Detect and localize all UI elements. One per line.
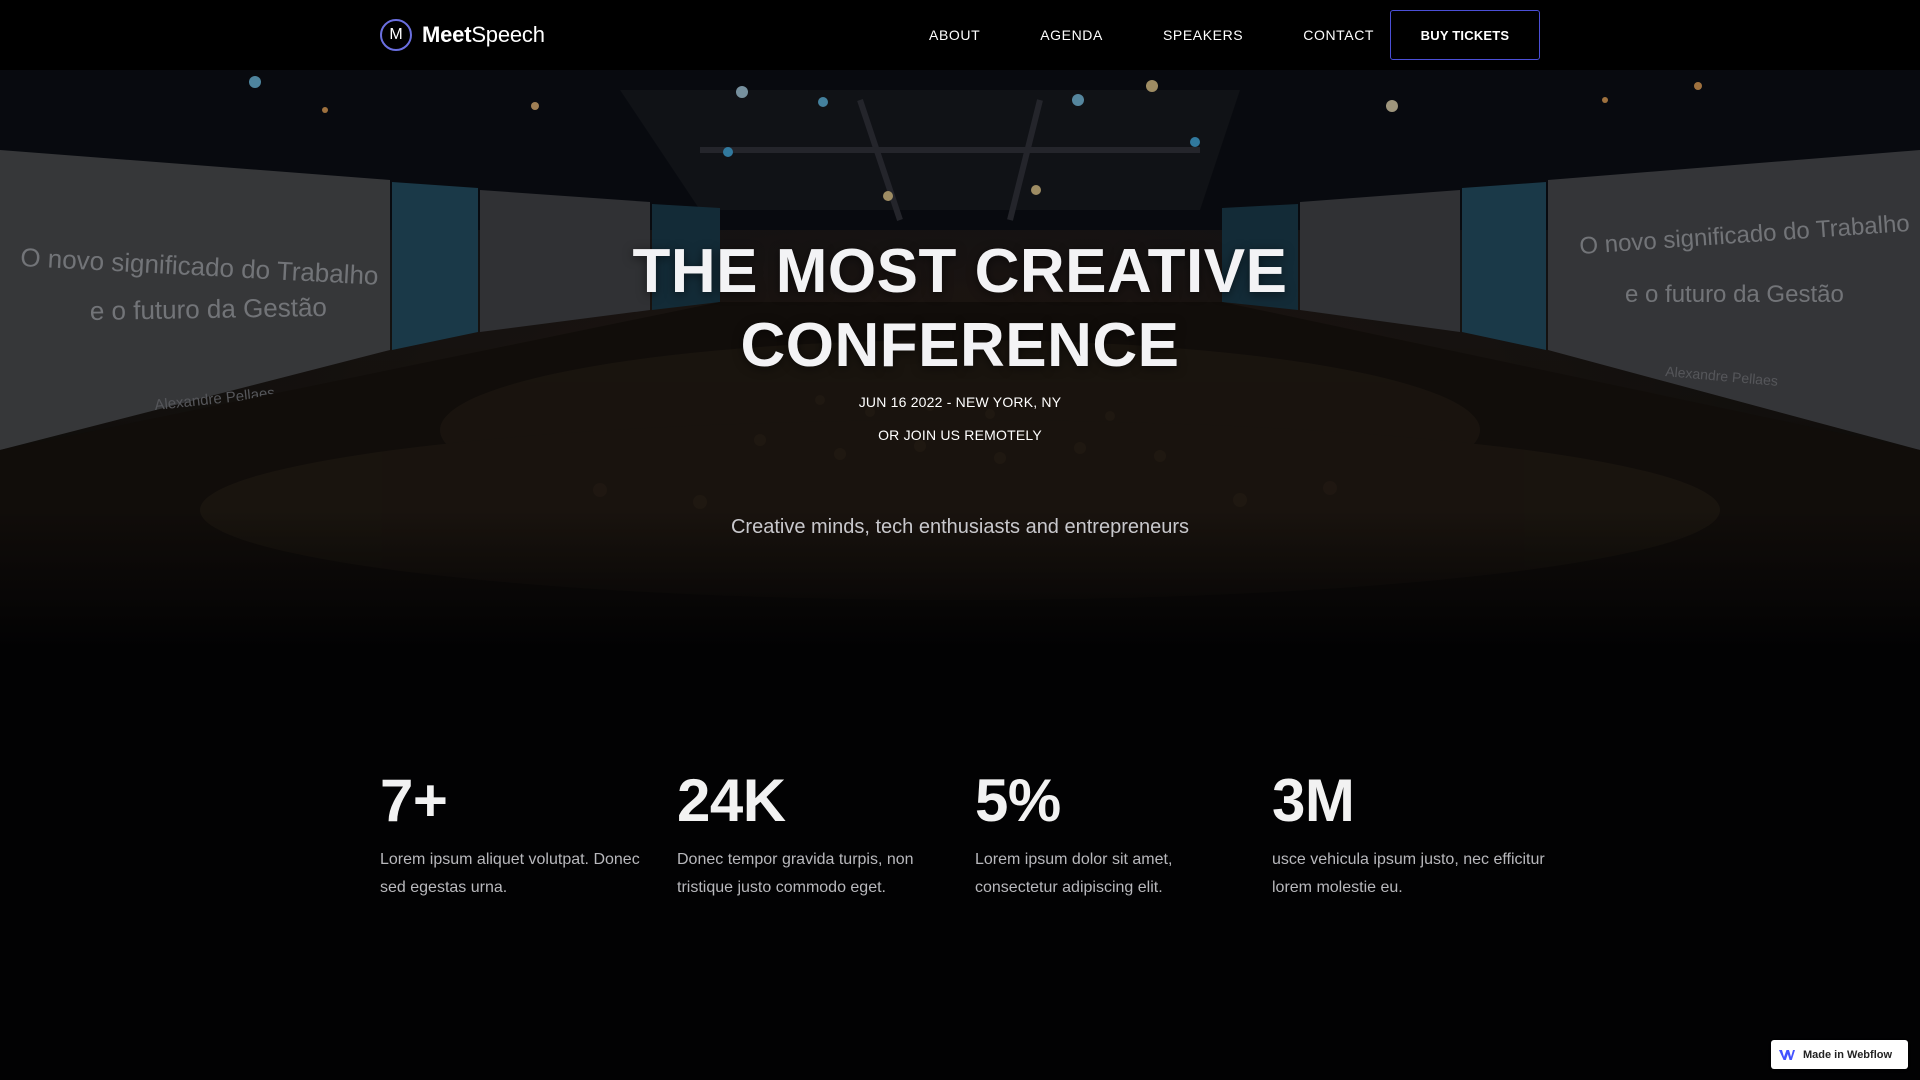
buy-tickets-button[interactable]: BUY TICKETS [1390, 10, 1540, 60]
nav-menu: ABOUT AGENDA SPEAKERS CONTACT [900, 0, 1434, 70]
stat-description: Donec tempor gravida turpis, non tristiq… [677, 851, 914, 896]
brand-name: MeetSpeech [422, 22, 545, 48]
brand-mark-icon: M [380, 19, 412, 51]
hero-date-location: JUN 16 2022 - NEW YORK, NY [858, 394, 1062, 410]
stat-description: Lorem ipsum aliquet volutpat. Donec sed … [380, 851, 640, 896]
nav-link-about[interactable]: ABOUT [929, 27, 980, 43]
nav-link-speakers[interactable]: SPEAKERS [1163, 27, 1243, 43]
stat-item: 7+ Lorem ipsum aliquet volutpat. Donec s… [380, 770, 660, 902]
stat-value: 5% [975, 767, 1061, 834]
navbar: M MeetSpeech ABOUT AGENDA SPEAKERS CONTA… [0, 0, 1920, 70]
stat-item: 24K Donec tempor gravida turpis, non tri… [677, 770, 957, 902]
stat-value: 7+ [380, 767, 448, 834]
brand-name-bold: Meet [422, 22, 472, 47]
brand-name-regular: Speech [471, 22, 545, 47]
hero-tagline: Creative minds, tech enthusiasts and ent… [730, 516, 1190, 538]
hero-section: O novo significado do Trabalho e o futur… [0, 70, 1920, 650]
hero-title-line2: CONFERENCE [740, 311, 1180, 380]
stat-description: usce vehicula ipsum justo, nec efficitur… [1272, 851, 1545, 896]
nav-link-agenda[interactable]: AGENDA [1040, 27, 1103, 43]
hero-title: THE MOST CREATIVE CONFERENCE [560, 235, 1360, 383]
made-in-webflow-badge[interactable]: Made in Webflow [1771, 1040, 1908, 1069]
stat-item: 5% Lorem ipsum dolor sit amet, consectet… [975, 770, 1255, 902]
stat-value: 24K [677, 767, 786, 834]
brand-logo-link[interactable]: M MeetSpeech [380, 18, 545, 52]
webflow-badge-label: Made in Webflow [1803, 1048, 1893, 1061]
nav-link-contact[interactable]: CONTACT [1303, 27, 1374, 43]
page: M MeetSpeech ABOUT AGENDA SPEAKERS CONTA… [0, 0, 1920, 1080]
webflow-logo-icon [1779, 1049, 1795, 1061]
hero-remote-note: OR JOIN US REMOTELY [878, 427, 1042, 443]
stat-value: 3M [1272, 767, 1355, 834]
hero-title-line1: THE MOST CREATIVE [632, 237, 1288, 306]
stat-item: 3M usce vehicula ipsum justo, nec effici… [1272, 770, 1552, 902]
stat-description: Lorem ipsum dolor sit amet, consectetur … [975, 851, 1173, 896]
